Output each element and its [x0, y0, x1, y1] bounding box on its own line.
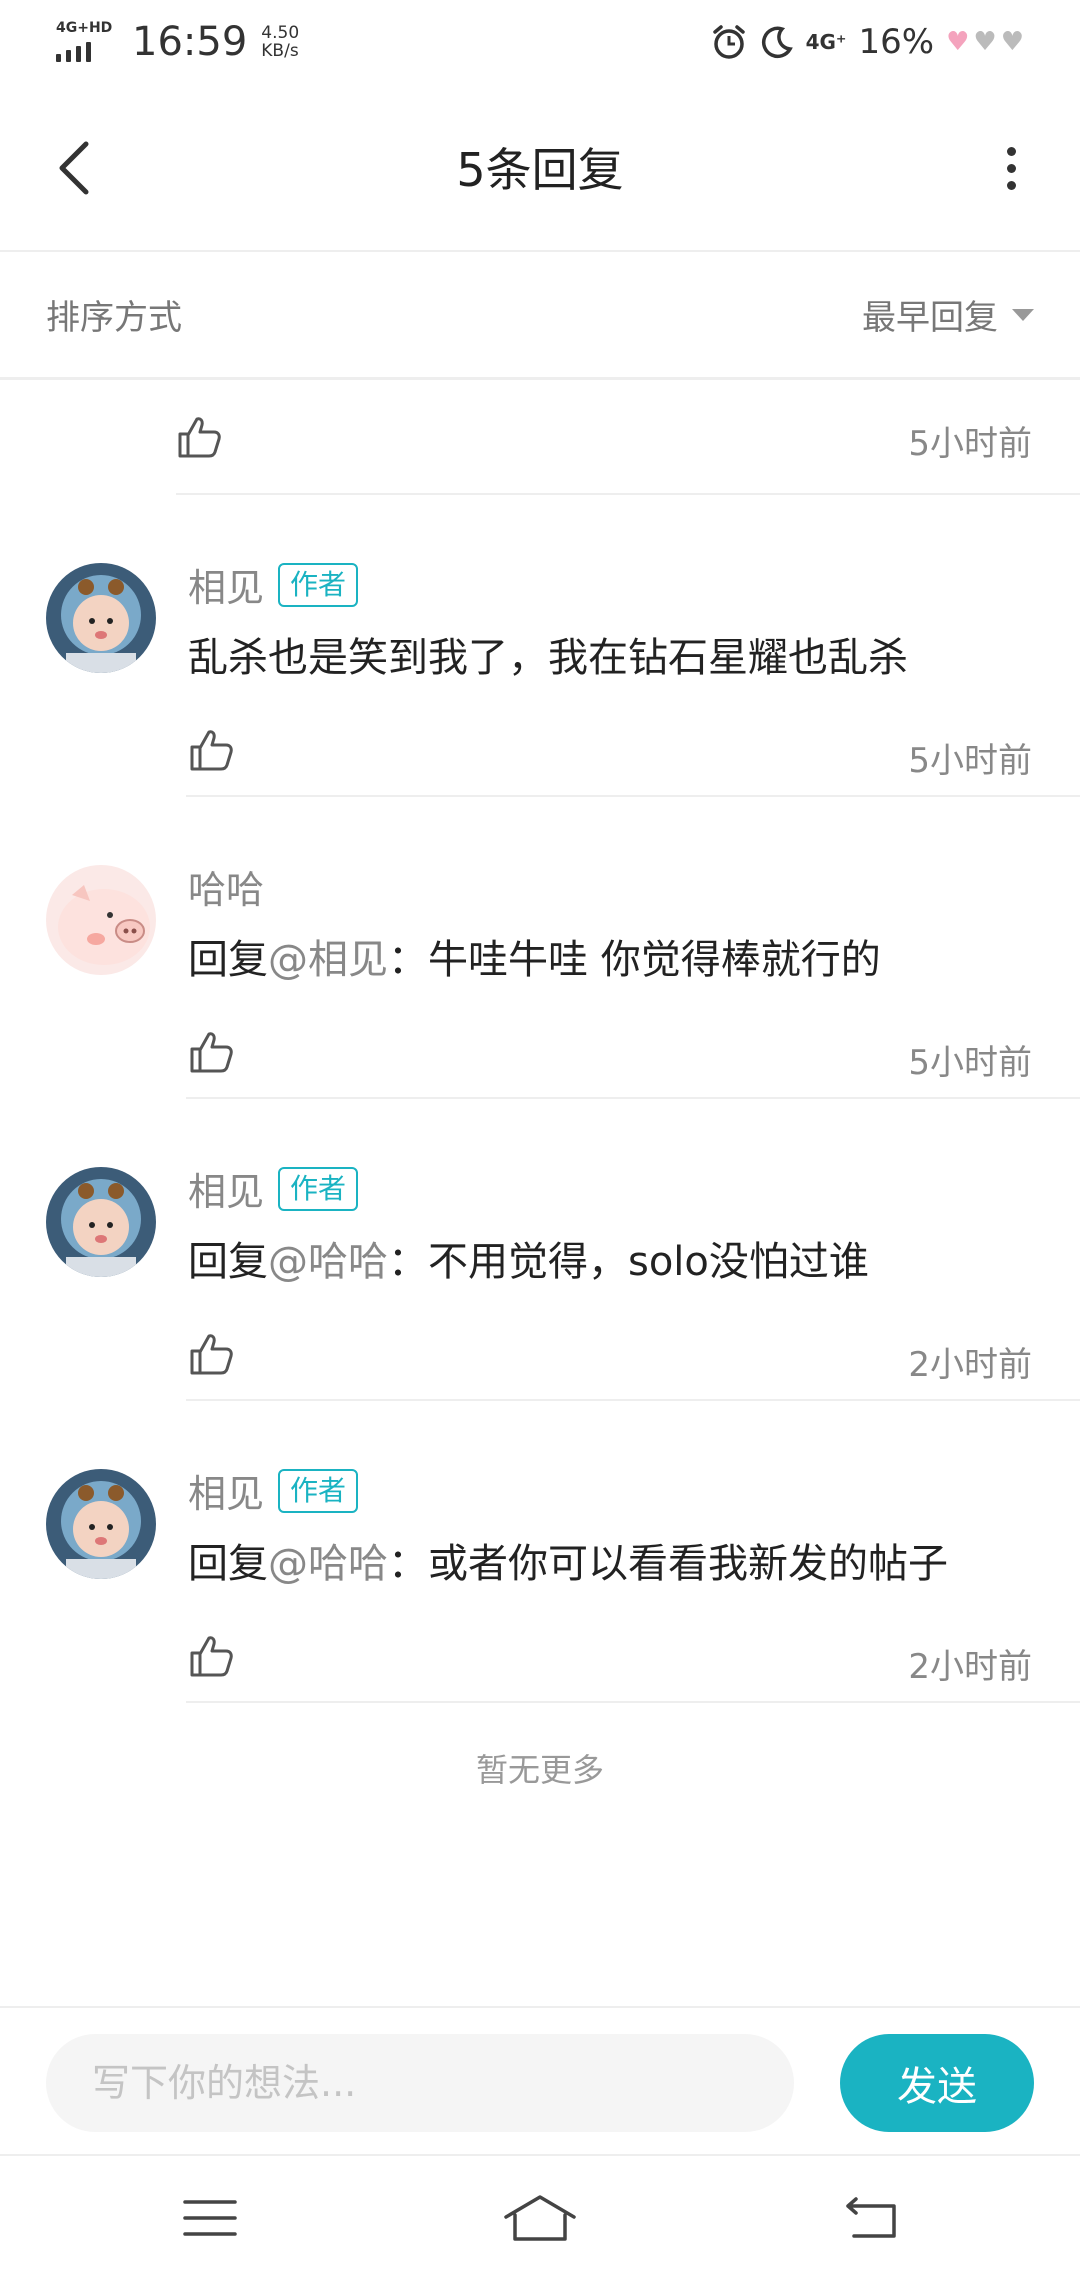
thumbs-up-icon[interactable]: [188, 1331, 234, 1377]
thumbs-up-icon[interactable]: [188, 1633, 234, 1679]
reply-item: 相见 作者 乱杀也是笑到我了，我在钻石星耀也乱杀 5小时前: [0, 495, 1080, 797]
baby-avatar-icon: [46, 1167, 156, 1277]
sort-bar: 排序方式 最早回复: [0, 252, 1080, 380]
system-nav-bar: [0, 2156, 1080, 2280]
avatar[interactable]: [46, 1167, 156, 1277]
reply-text: 乱杀也是笑到我了，我在钻石星耀也乱杀: [188, 635, 908, 681]
mention-link[interactable]: @哈哈: [268, 1541, 388, 1587]
reply-prefix: 回复: [188, 1239, 268, 1285]
network-speed: 4.50 KB/s: [261, 24, 299, 60]
reply-time: 2小时前: [908, 1345, 1032, 1385]
more-dot-icon: [1006, 163, 1016, 173]
battery-hearts-icon: ♥ ♥ ♥: [946, 27, 1024, 57]
reply-item: 相见 作者 回复@哈哈：或者你可以看看我新发的帖子 2小时前: [0, 1401, 1080, 1703]
comment-composer: 发送: [0, 2006, 1080, 2156]
reply-prefix: 回复: [188, 937, 268, 983]
baby-avatar-icon: [46, 563, 156, 673]
top-bar: 5条回复: [0, 84, 1080, 252]
network-right-label: 4G⁺: [805, 30, 847, 54]
return-icon: [846, 2197, 896, 2238]
sort-label: 排序方式: [46, 298, 182, 338]
divider: [186, 1701, 1080, 1703]
send-button[interactable]: 发送: [840, 2034, 1034, 2132]
avatar[interactable]: [46, 1469, 156, 1579]
name-row: 相见 作者: [188, 557, 359, 612]
more-dot-icon: [1006, 180, 1016, 190]
reply-text: ：牛哇牛哇 你觉得棒就行的: [388, 937, 881, 983]
reply-time: 5小时前: [908, 741, 1032, 781]
thumbs-up-icon[interactable]: [188, 1029, 234, 1075]
reply-content[interactable]: 回复@哈哈：或者你可以看看我新发的帖子: [188, 1531, 948, 1589]
home-icon: [504, 2195, 576, 2241]
user-name[interactable]: 相见: [188, 1463, 264, 1518]
page-title: 5条回复: [456, 143, 624, 197]
reply-time: 2小时前: [908, 1647, 1032, 1687]
comment-input[interactable]: [46, 2034, 794, 2132]
status-bar: 4G+HD 16:59 4.50 KB/s 4G⁺ 16% ♥ ♥ ♥: [0, 0, 1080, 84]
alarm-icon: [712, 25, 745, 59]
menu-icon: [183, 2200, 237, 2236]
avatar[interactable]: [46, 563, 156, 673]
reply-content[interactable]: 回复@相见：牛哇牛哇 你觉得棒就行的: [188, 927, 881, 985]
menu-button[interactable]: [170, 2186, 250, 2250]
network-type-label: 4G+HD: [56, 20, 113, 36]
reply-content[interactable]: 乱杀也是笑到我了，我在钻石星耀也乱杀: [188, 625, 908, 683]
no-more-label: 暂无更多: [475, 1751, 604, 1789]
reply-item: 哈哈 回复@相见：牛哇牛哇 你觉得棒就行的 5小时前: [0, 797, 1080, 1099]
moon-icon: [761, 26, 793, 59]
back-nav-button[interactable]: [830, 2186, 910, 2250]
signal-icon: 4G+HD: [56, 20, 118, 64]
network-speed-value: 4.50: [261, 23, 300, 43]
name-row: 哈哈: [188, 859, 264, 914]
more-options-button[interactable]: [986, 136, 1036, 200]
author-badge: 作者: [278, 1166, 359, 1211]
mention-link[interactable]: @相见: [268, 937, 388, 983]
mention-link[interactable]: @哈哈: [268, 1239, 388, 1285]
reply-text: ：不用觉得，solo没怕过谁: [388, 1239, 869, 1285]
reply-item: 相见 作者 回复@哈哈：不用觉得，solo没怕过谁 2小时前: [0, 1099, 1080, 1401]
status-right: 4G⁺ 16% ♥ ♥ ♥: [710, 22, 1024, 62]
avatar[interactable]: [46, 865, 156, 975]
reply-text: ：或者你可以看看我新发的帖子: [388, 1541, 948, 1587]
sort-dropdown[interactable]: 最早回复: [862, 290, 1034, 339]
thumbs-up-icon[interactable]: [176, 414, 222, 460]
battery-percent: 16%: [858, 22, 935, 62]
more-dot-icon: [1006, 146, 1016, 156]
network-speed-unit: KB/s: [261, 41, 299, 61]
reply-prefix: 回复: [188, 1541, 268, 1587]
name-row: 相见 作者: [188, 1161, 359, 1216]
reply-time: 5小时前: [908, 1043, 1032, 1083]
name-row: 相见 作者: [188, 1463, 359, 1518]
sort-selected-value: 最早回复: [862, 298, 998, 338]
user-name[interactable]: 相见: [188, 557, 264, 612]
user-name[interactable]: 哈哈: [188, 859, 264, 914]
clock: 16:59: [132, 19, 248, 65]
reply-partial: 5小时前: [176, 380, 1080, 495]
reply-time: 5小时前: [908, 424, 1032, 464]
baby-avatar-icon: [46, 1469, 156, 1579]
reply-list: 5小时前 相见 作者 乱杀也是笑到我了，我在钻石星耀也乱杀 5小时前 哈哈 回复…: [0, 380, 1080, 1703]
author-badge: 作者: [278, 562, 359, 607]
thumbs-up-icon[interactable]: [188, 727, 234, 773]
pig-avatar-icon: [46, 865, 156, 975]
home-button[interactable]: [500, 2186, 580, 2250]
caret-down-icon: [1012, 308, 1034, 321]
reply-content[interactable]: 回复@哈哈：不用觉得，solo没怕过谁: [188, 1229, 869, 1287]
user-name[interactable]: 相见: [188, 1161, 264, 1216]
author-badge: 作者: [278, 1468, 359, 1513]
status-left: 4G+HD 16:59 4.50 KB/s: [56, 19, 299, 65]
